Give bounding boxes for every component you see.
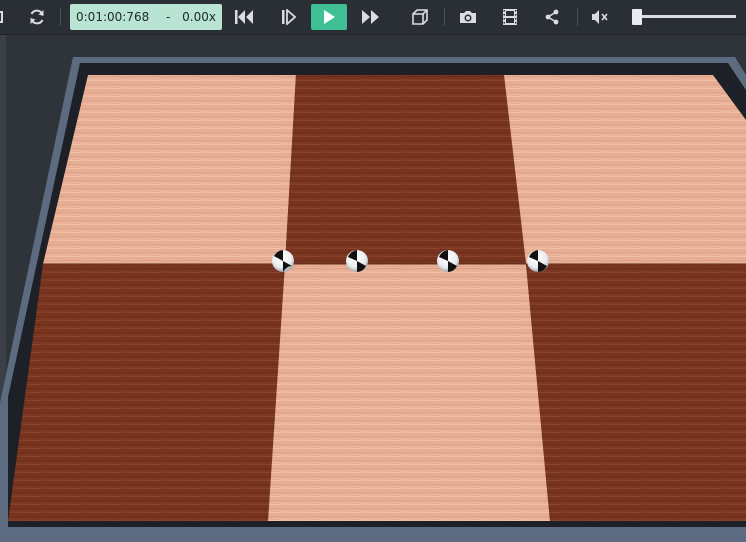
tile-dark-front-left <box>8 264 285 521</box>
mute-icon[interactable] <box>589 5 611 29</box>
toolbar-divider <box>444 8 445 26</box>
time-separator: - <box>166 10 171 24</box>
volume-thumb[interactable] <box>632 9 643 25</box>
tile-light-front-middle <box>268 264 550 521</box>
step-forward-icon[interactable] <box>277 5 299 29</box>
fast-forward-icon[interactable] <box>360 5 382 29</box>
time-display: 0:01:00:768 - 0.00x <box>70 4 222 30</box>
cube-icon[interactable] <box>409 5 431 29</box>
elapsed-time: 0:01:00:768 <box>76 10 150 24</box>
tile-dark-front-right <box>526 264 746 521</box>
play-icon <box>324 10 335 24</box>
play-button[interactable] <box>311 4 347 30</box>
simulation-toolbar: 0:01:00:768 - 0.00x <box>0 0 746 35</box>
tile-light-back-right <box>504 75 746 264</box>
3d-viewport[interactable] <box>0 35 746 542</box>
volume-track[interactable] <box>634 15 736 18</box>
film-icon[interactable] <box>499 5 521 29</box>
ball[interactable] <box>437 250 459 272</box>
toolbar-divider <box>577 8 578 26</box>
ball[interactable] <box>272 250 294 272</box>
volume-slider[interactable] <box>630 9 740 25</box>
ball[interactable] <box>346 250 368 272</box>
camera-icon[interactable] <box>457 5 479 29</box>
skip-to-start-icon[interactable] <box>233 5 255 29</box>
ball[interactable] <box>527 250 549 272</box>
share-icon[interactable] <box>541 5 563 29</box>
playback-rate: 0.00x <box>182 10 216 24</box>
tile-dark-back-middle <box>285 75 526 264</box>
scene-canvas[interactable] <box>0 35 746 542</box>
toolbar-divider <box>60 8 61 26</box>
reset-icon[interactable] <box>0 5 8 29</box>
loop-icon[interactable] <box>26 5 48 29</box>
